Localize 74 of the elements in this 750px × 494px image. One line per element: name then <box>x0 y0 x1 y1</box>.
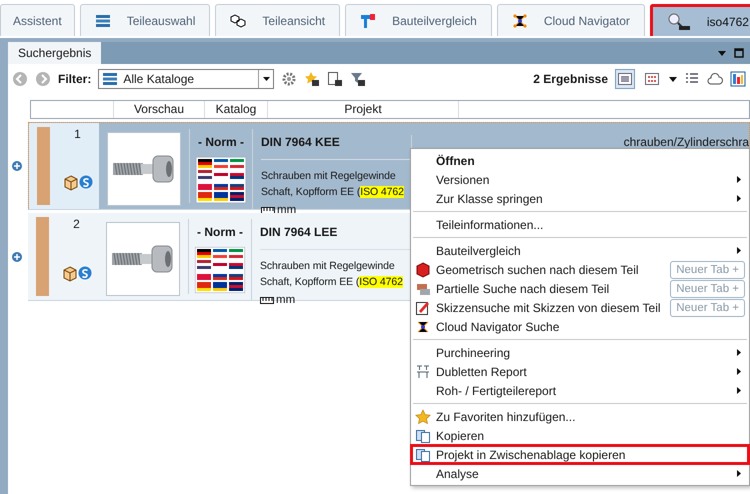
tab[interactable]: iso4762 <box>650 4 750 36</box>
tab[interactable]: Assistent <box>0 4 75 36</box>
tab[interactable]: Cloud Navigator <box>496 4 645 36</box>
cube-icon <box>62 175 78 191</box>
column-header[interactable]: Katalog <box>204 101 267 118</box>
submenu-arrow-icon <box>737 247 741 254</box>
menu-item[interactable]: Purchineering <box>411 343 749 362</box>
menu-item[interactable]: Zu Favoriten hinzufügen... <box>411 407 749 426</box>
dropdown-caret-icon[interactable] <box>718 50 726 56</box>
list-view-button[interactable] <box>615 69 635 89</box>
row-number: 1 <box>74 127 81 141</box>
save-list-icon[interactable] <box>327 71 344 87</box>
copy-icon <box>415 446 431 462</box>
menu-item[interactable]: Partielle Suche nach diesem Teil Neuer Tab + <box>411 279 749 298</box>
expand-icon[interactable] <box>12 252 22 262</box>
menu-item[interactable]: Kopieren <box>411 426 749 445</box>
menu-item[interactable]: Cloud Navigator Suche <box>411 317 749 336</box>
submenu-arrow-icon <box>737 349 741 356</box>
dropdown-caret-icon[interactable] <box>669 76 677 82</box>
menu-item[interactable]: Projekt in Zwischenablage kopieren <box>411 445 749 464</box>
row-number: 2 <box>73 217 80 231</box>
s-badge-icon <box>78 266 92 280</box>
menu-item[interactable]: Geometrisch suchen nach diesem Teil Neuer Tab + <box>411 260 749 279</box>
catalog-path: chrauben/Zylinderschra <box>624 135 749 151</box>
menu-item[interactable]: Bauteilvergleich <box>411 241 749 260</box>
ruler-icon <box>261 206 275 214</box>
cubes-icon <box>230 14 246 28</box>
network-nodes-icon <box>415 318 431 334</box>
column-header[interactable]: Vorschau <box>113 101 204 118</box>
panel-tab[interactable]: Suchergebnis <box>8 42 102 64</box>
submenu-arrow-icon <box>737 470 741 477</box>
menu-item[interactable]: Versionen <box>411 170 749 189</box>
copy-icon <box>415 428 431 444</box>
sketch-icon <box>415 300 431 316</box>
compare-parts-icon <box>360 12 376 28</box>
star-icon <box>415 408 431 424</box>
column-header[interactable]: Projekt <box>267 101 458 118</box>
color-chart-icon[interactable] <box>730 71 746 87</box>
s-badge-icon <box>78 175 92 189</box>
flags-drawing <box>195 247 245 293</box>
cube-icon <box>62 266 78 282</box>
cloud-icon[interactable] <box>707 71 723 87</box>
tab[interactable]: Teileansicht <box>215 4 340 36</box>
menu-item[interactable]: Dubletten Report <box>411 362 749 381</box>
part-description: Schrauben mit Regelgewinde Schaft, Kopfform EE (ISO 4762 <box>260 259 404 290</box>
catalog-name: - Norm - <box>198 135 244 149</box>
menu-item[interactable]: Analyse <box>411 464 749 483</box>
menu-item[interactable]: Roh- / Fertigteilereport <box>411 381 749 400</box>
menu-item[interactable]: Teileinformationen... <box>411 215 749 234</box>
maximize-icon[interactable] <box>734 48 744 58</box>
filter-save-icon[interactable] <box>350 71 366 87</box>
tab[interactable]: Bauteilvergleich <box>345 4 492 36</box>
star-save-icon[interactable] <box>304 71 320 87</box>
cube-icon <box>415 262 431 278</box>
expand-icon[interactable] <box>12 161 22 171</box>
settings-icon[interactable] <box>281 71 298 87</box>
part-description: Schrauben mit Regelgewinde Schaft, Kopfform EE (ISO 4762 <box>261 169 405 200</box>
magnifier-icon <box>666 12 691 32</box>
submenu-arrow-icon <box>737 176 741 183</box>
flags-drawing <box>196 157 246 203</box>
filter-label: Filter: <box>58 72 92 86</box>
menu-item[interactable]: Skizzensuche mit Skizzen von diesem Teil Neuer Tab + <box>411 298 749 317</box>
menu-item[interactable]: Zur Klasse springen <box>411 189 749 208</box>
result-count: 2 Ergebnisse <box>533 72 608 86</box>
catalog-name: - Norm - <box>197 225 243 239</box>
dropdown-caret-icon[interactable] <box>262 77 270 81</box>
submenu-arrow-icon <box>737 195 741 202</box>
catalog-filter-dropdown[interactable]: Alle Kataloge <box>98 69 274 89</box>
tab[interactable]: Teileauswahl <box>80 4 210 36</box>
submenu-arrow-icon <box>737 387 741 394</box>
menu-item[interactable]: Öffnen <box>411 151 749 170</box>
network-nodes-icon <box>512 12 528 28</box>
submenu-arrow-icon <box>737 368 741 375</box>
ruler-icon <box>260 296 274 304</box>
